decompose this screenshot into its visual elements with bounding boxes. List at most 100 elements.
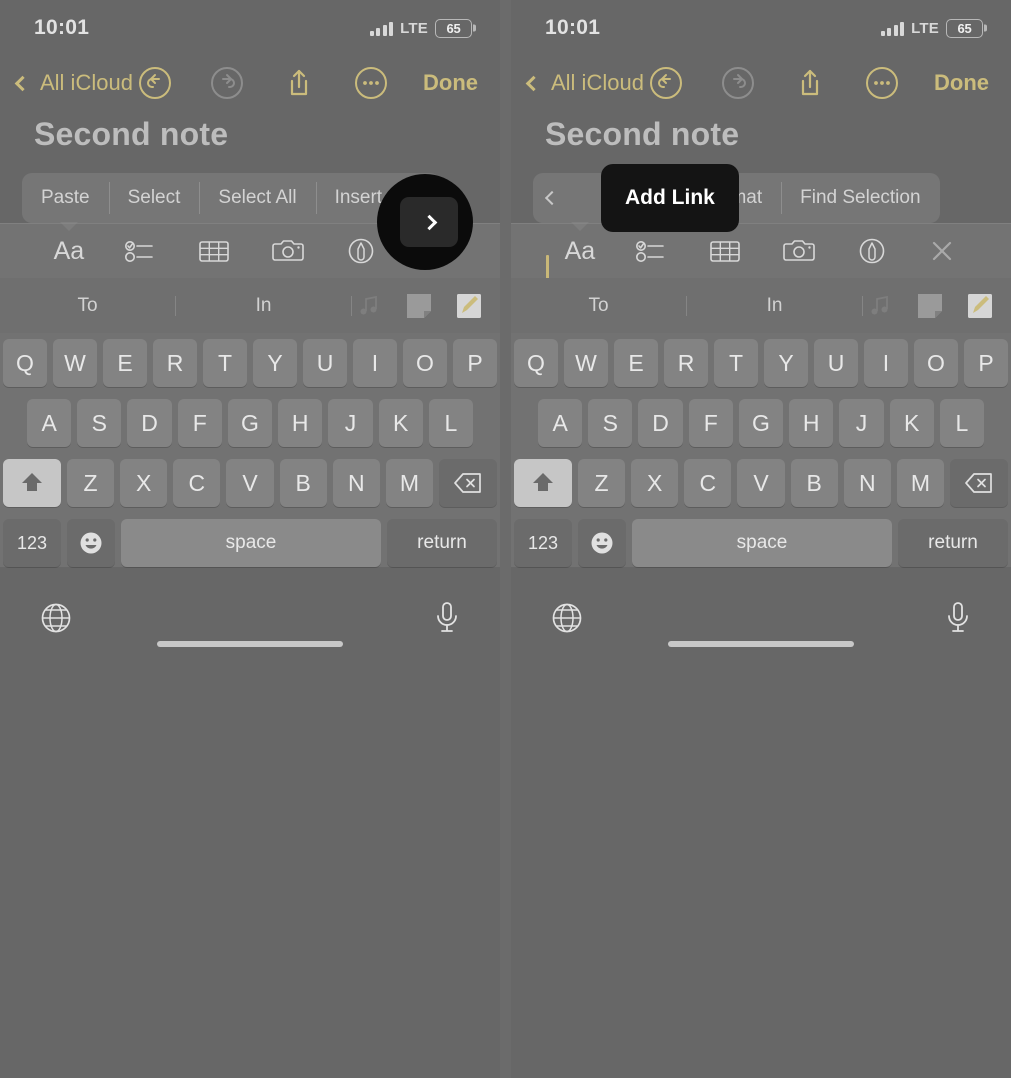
key-w[interactable]: W [53, 339, 97, 387]
checklist-icon[interactable] [123, 237, 157, 265]
text-format-icon[interactable]: Aa [54, 237, 85, 266]
key-g[interactable]: G [227, 399, 273, 447]
home-indicator[interactable] [668, 641, 854, 647]
return-key[interactable]: return [898, 519, 1008, 567]
highlighted-add-link-button[interactable]: Add Link [601, 164, 739, 232]
key-a[interactable]: A [538, 399, 583, 447]
key-b[interactable]: B [790, 459, 838, 507]
key-v[interactable]: V [737, 459, 785, 507]
back-button[interactable]: All iCloud [12, 70, 133, 96]
key-o[interactable]: O [914, 339, 958, 387]
key-u[interactable]: U [814, 339, 858, 387]
key-m[interactable]: M [385, 459, 433, 507]
return-key[interactable]: return [387, 519, 497, 567]
prediction-to[interactable]: To [0, 295, 175, 317]
key-o[interactable]: O [403, 339, 447, 387]
blank-note-sticker[interactable] [402, 289, 436, 323]
globe-icon[interactable] [38, 600, 74, 636]
tap-highlight-overlay[interactable] [377, 174, 473, 270]
undo-icon[interactable] [139, 67, 171, 99]
key-i[interactable]: I [864, 339, 908, 387]
done-button[interactable]: Done [423, 70, 478, 96]
key-p[interactable]: P [964, 339, 1008, 387]
table-icon[interactable] [708, 237, 742, 265]
key-h[interactable]: H [278, 399, 323, 447]
space-key[interactable]: space [121, 519, 381, 567]
back-button[interactable]: All iCloud [523, 70, 644, 96]
key-l[interactable]: L [939, 399, 984, 447]
key-f[interactable]: F [177, 399, 222, 447]
key-x[interactable]: X [631, 459, 679, 507]
key-y[interactable]: Y [764, 339, 808, 387]
globe-icon[interactable] [549, 600, 585, 636]
close-icon[interactable] [927, 236, 957, 266]
key-e[interactable]: E [614, 339, 658, 387]
key-c[interactable]: C [684, 459, 732, 507]
menu-back-arrow-button[interactable] [533, 173, 571, 223]
key-g[interactable]: G [738, 399, 784, 447]
numbers-key[interactable]: 123 [514, 519, 572, 567]
note-pencil-sticker[interactable] [452, 289, 486, 323]
key-s[interactable]: S [77, 399, 122, 447]
key-z[interactable]: Z [578, 459, 626, 507]
more-icon[interactable] [866, 67, 898, 99]
key-j[interactable]: J [839, 399, 884, 447]
share-icon[interactable] [283, 67, 315, 99]
key-z[interactable]: Z [67, 459, 115, 507]
key-e[interactable]: E [103, 339, 147, 387]
more-icon[interactable] [355, 67, 387, 99]
key-q[interactable]: Q [3, 339, 47, 387]
markup-icon[interactable] [345, 236, 377, 266]
key-i[interactable]: I [353, 339, 397, 387]
backspace-icon[interactable] [438, 459, 497, 507]
backspace-icon[interactable] [949, 459, 1008, 507]
menu-item-paste[interactable]: Paste [22, 173, 109, 223]
menu-item-select[interactable]: Select [108, 173, 200, 223]
key-q[interactable]: Q [514, 339, 558, 387]
key-d[interactable]: D [127, 399, 172, 447]
key-h[interactable]: H [789, 399, 834, 447]
prediction-in[interactable]: In [687, 295, 862, 317]
prediction-in[interactable]: In [176, 295, 351, 317]
key-s[interactable]: S [588, 399, 633, 447]
key-v[interactable]: V [226, 459, 274, 507]
key-d[interactable]: D [638, 399, 683, 447]
menu-item-select-all[interactable]: Select All [199, 173, 315, 223]
table-icon[interactable] [197, 237, 231, 265]
key-w[interactable]: W [564, 339, 608, 387]
shift-icon[interactable] [3, 459, 61, 507]
highlighted-forward-arrow[interactable] [400, 197, 458, 247]
blank-note-sticker[interactable] [913, 289, 947, 323]
key-u[interactable]: U [303, 339, 347, 387]
microphone-icon[interactable] [943, 600, 973, 636]
menu-item-find-selection[interactable]: Find Selection [781, 173, 939, 223]
music-note-sticker[interactable] [863, 289, 897, 323]
key-x[interactable]: X [120, 459, 168, 507]
camera-icon[interactable] [270, 237, 306, 265]
emoji-icon[interactable] [67, 519, 115, 567]
key-b[interactable]: B [279, 459, 327, 507]
key-r[interactable]: R [153, 339, 197, 387]
share-icon[interactable] [794, 67, 826, 99]
key-t[interactable]: T [203, 339, 247, 387]
home-indicator[interactable] [157, 641, 343, 647]
prediction-to[interactable]: To [511, 295, 686, 317]
markup-icon[interactable] [856, 236, 888, 266]
checklist-icon[interactable] [634, 237, 668, 265]
space-key[interactable]: space [632, 519, 892, 567]
numbers-key[interactable]: 123 [3, 519, 61, 567]
key-r[interactable]: R [664, 339, 708, 387]
microphone-icon[interactable] [432, 600, 462, 636]
key-n[interactable]: N [332, 459, 380, 507]
done-button[interactable]: Done [934, 70, 989, 96]
key-c[interactable]: C [173, 459, 221, 507]
emoji-icon[interactable] [578, 519, 626, 567]
undo-icon[interactable] [650, 67, 682, 99]
note-pencil-sticker[interactable] [963, 289, 997, 323]
key-k[interactable]: K [378, 399, 423, 447]
shift-icon[interactable] [514, 459, 572, 507]
key-n[interactable]: N [843, 459, 891, 507]
key-p[interactable]: P [453, 339, 497, 387]
key-l[interactable]: L [428, 399, 473, 447]
key-m[interactable]: M [896, 459, 944, 507]
